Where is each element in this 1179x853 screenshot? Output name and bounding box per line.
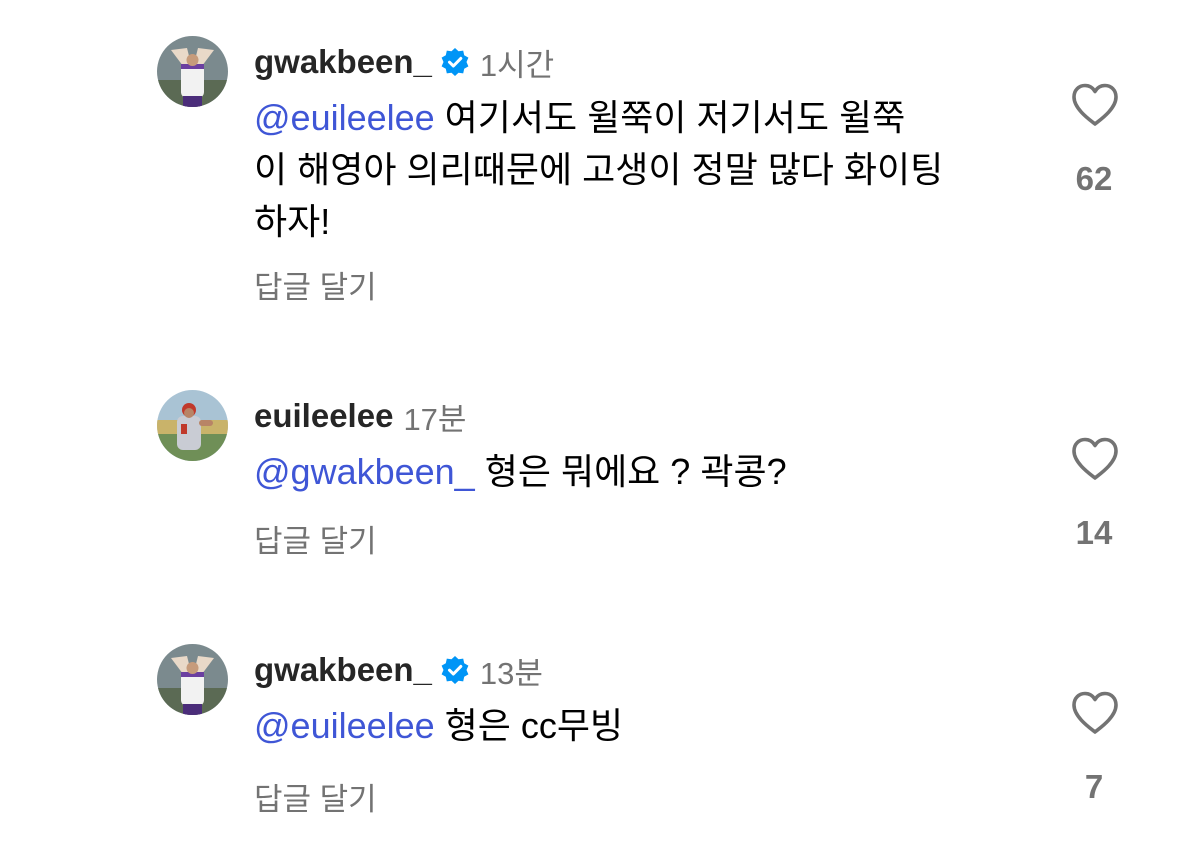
like-count: 14 (1075, 514, 1113, 551)
username[interactable]: gwakbeen_ (254, 651, 432, 689)
mention-link[interactable]: @euileelee (254, 97, 435, 138)
username[interactable]: gwakbeen_ (254, 43, 432, 81)
mention-link[interactable]: @gwakbeen_ (254, 451, 475, 492)
comment-header: euileelee 17분 (254, 396, 467, 437)
like-count: 7 (1084, 768, 1104, 805)
comment-text: @euileelee 여기서도 윌쭉이 저기서도 윌쭉 이 해영아 의리때문에 … (254, 92, 1024, 248)
heart-outline-icon (1072, 83, 1118, 126)
comment-body: 형은 cc무빙 (434, 705, 624, 746)
verified-badge-icon (440, 655, 470, 685)
comment-body: 이 해영아 의리때문에 고생이 정말 많다 화이팅 (254, 149, 944, 190)
reply-button[interactable]: 답글 달기 (254, 774, 377, 819)
like-count: 62 (1075, 160, 1113, 197)
comment-header: gwakbeen_ 13분 (254, 650, 543, 691)
avatar[interactable] (157, 644, 228, 715)
mention-link[interactable]: @euileelee (254, 705, 435, 746)
reply-button[interactable]: 답글 달기 (254, 516, 377, 561)
comment-text: @euileelee 형은 cc무빙 (254, 700, 1024, 752)
avatar[interactable] (157, 390, 228, 461)
comment-header: gwakbeen_ 1시간 (254, 42, 555, 83)
comment-text: @gwakbeen_ 형은 뭐에요 ? 곽콩? (254, 446, 1024, 498)
heart-outline-icon (1072, 691, 1118, 734)
verified-badge-icon (440, 47, 470, 77)
like-button[interactable] (1070, 82, 1120, 128)
timestamp: 13분 (479, 655, 543, 691)
reply-button[interactable]: 답글 달기 (254, 262, 377, 307)
comment-body: 여기서도 윌쭉이 저기서도 윌쭉 (434, 97, 906, 138)
like-button[interactable] (1070, 436, 1120, 482)
comment-body: 형은 뭐에요 ? 곽콩? (474, 451, 787, 492)
timestamp: 17분 (403, 401, 467, 437)
avatar[interactable] (157, 36, 228, 107)
like-button[interactable] (1070, 690, 1120, 736)
heart-outline-icon (1072, 437, 1118, 480)
timestamp: 1시간 (479, 47, 555, 83)
comment-body: 하자! (254, 201, 331, 242)
username[interactable]: euileelee (254, 397, 393, 435)
